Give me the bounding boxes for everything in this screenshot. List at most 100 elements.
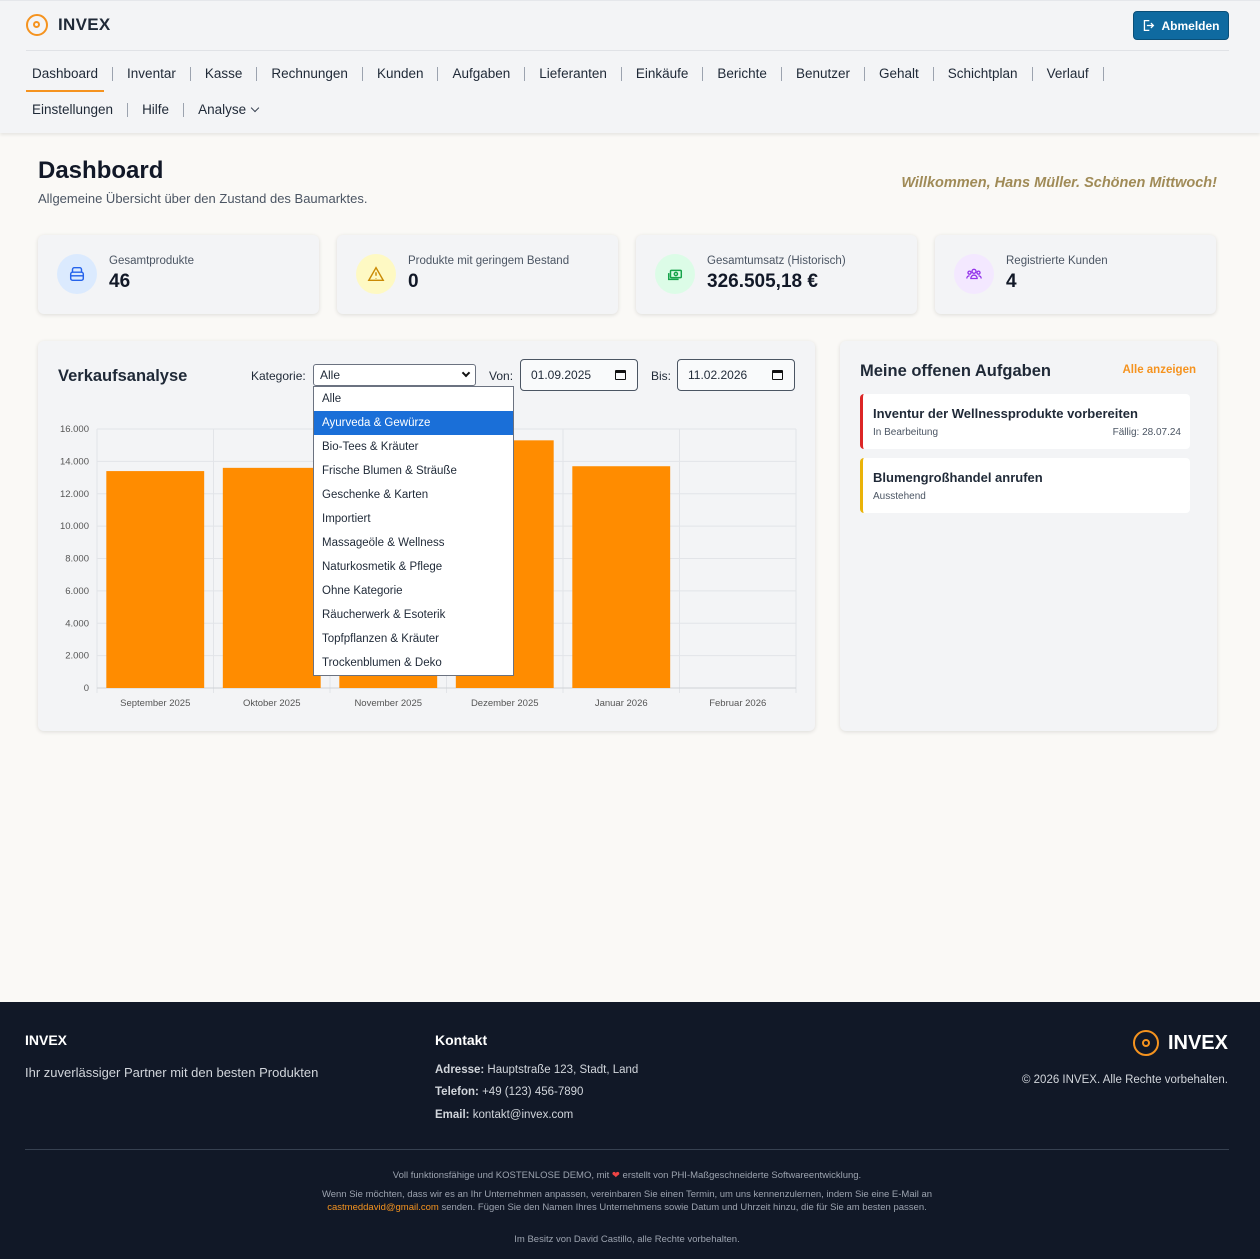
page-subtitle: Allgemeine Übersicht über den Zustand de… xyxy=(38,191,368,206)
footer-logo: INVEX xyxy=(1132,1030,1228,1056)
x-tick-label: November 2025 xyxy=(354,698,422,709)
email-value[interactable]: kontakt@invex.com xyxy=(473,1109,574,1121)
footer-owner: Im Besitz von David Castillo, alle Recht… xyxy=(514,1234,740,1245)
y-tick-label: 8.000 xyxy=(65,554,89,565)
phone-label: Telefon: xyxy=(435,1086,479,1098)
brand[interactable]: INVEX xyxy=(26,14,111,36)
x-tick-label: Februar 2026 xyxy=(709,698,766,709)
nav-benutzer-label[interactable]: Benutzer xyxy=(790,56,856,92)
x-tick-label: Oktober 2025 xyxy=(243,698,301,709)
contact-email-link[interactable]: castmeddavid@gmail.com xyxy=(327,1202,439,1213)
category-option[interactable]: Frische Blumen & Sträuße xyxy=(314,459,513,483)
category-option[interactable]: Naturkosmetik & Pflege xyxy=(314,555,513,579)
nav-verlauf: Verlauf xyxy=(1041,56,1112,92)
footer-logo-name: INVEX xyxy=(1167,1031,1228,1054)
category-option[interactable]: Trockenblumen & Deko xyxy=(314,651,513,675)
category-dropdown-list: Alle Ayurveda & Gewürze Bio-Tees & Kräuter… xyxy=(313,386,514,676)
nav-benutzer: Benutzer xyxy=(790,56,873,92)
users-icon xyxy=(954,254,994,294)
warning-icon xyxy=(356,254,396,294)
category-option[interactable]: Importiert xyxy=(314,507,513,531)
stat-label: Produkte mit geringem Bestand xyxy=(408,255,570,267)
nav-berichte: Berichte xyxy=(711,56,790,92)
stat-value: 0 xyxy=(408,271,419,292)
task-title: Blumengroßhandel anrufen xyxy=(873,470,1043,485)
task-title: Inventur der Wellnessprodukte vorbereite… xyxy=(873,406,1138,421)
nav-analyse-label[interactable]: Analyse xyxy=(192,92,264,128)
category-option[interactable]: Ayurveda & Gewürze xyxy=(314,411,513,435)
page-title: Dashboard xyxy=(38,157,164,184)
to-date-input[interactable]: 11.02.2026 xyxy=(677,359,795,391)
nav-inventar-label[interactable]: Inventar xyxy=(121,56,182,92)
nav-gehalt-label[interactable]: Gehalt xyxy=(873,56,925,92)
category-option[interactable]: Bio-Tees & Kräuter xyxy=(314,435,513,459)
to-label: Bis: xyxy=(651,369,672,383)
nav-einstellungen-label[interactable]: Einstellungen xyxy=(26,92,119,128)
y-tick-label: 16.000 xyxy=(60,424,89,435)
nav-kunden-label[interactable]: Kunden xyxy=(371,56,430,92)
y-tick-label: 2.000 xyxy=(65,651,89,662)
footer-contact-title: Kontakt xyxy=(435,1032,488,1048)
nav-einstellungen: Einstellungen xyxy=(26,92,136,128)
bar xyxy=(572,466,671,688)
stat-card-products: Gesamtprodukte 46 xyxy=(38,235,319,314)
footer-copyright: © 2026 INVEX. Alle Rechte vorbehalten. xyxy=(1021,1074,1228,1086)
footer-email: Email: kontakt@invex.com xyxy=(435,1109,573,1121)
category-select[interactable]: Alle xyxy=(313,364,476,386)
calendar-icon[interactable] xyxy=(772,370,783,380)
box-icon xyxy=(57,254,97,294)
task-card[interactable]: Blumengroßhandel anrufen Ausstehend xyxy=(860,458,1190,513)
nav-rechnungen-label[interactable]: Rechnungen xyxy=(265,56,354,92)
footer-brand: INVEX xyxy=(25,1032,68,1048)
nav-aufgaben: Aufgaben xyxy=(446,56,533,92)
bar xyxy=(222,467,321,688)
category-option[interactable]: Massageöle & Wellness xyxy=(314,531,513,555)
stat-card-low-stock: Produkte mit geringem Bestand 0 xyxy=(337,235,618,314)
nav-kasse-label[interactable]: Kasse xyxy=(199,56,249,92)
top-header: INVEX Abmelden Dashboard Inventar Kasse … xyxy=(0,0,1260,133)
y-tick-label: 4.000 xyxy=(65,618,89,629)
task-due-date: Fällig: 28.07.24 xyxy=(1112,427,1181,438)
nav-aufgaben-label[interactable]: Aufgaben xyxy=(446,56,516,92)
y-tick-label: 0 xyxy=(84,683,89,694)
logout-button[interactable]: Abmelden xyxy=(1133,11,1229,40)
nav-berichte-label[interactable]: Berichte xyxy=(711,56,773,92)
footer-contact-note: Wenn Sie möchten, dass wir es an Ihr Unt… xyxy=(300,1189,954,1214)
contact-text-b: senden. Fügen Sie den Namen Ihres Untern… xyxy=(441,1201,927,1213)
cash-icon xyxy=(655,254,695,294)
show-all-tasks-link[interactable]: Alle anzeigen xyxy=(1123,364,1197,376)
nav-verlauf-label[interactable]: Verlauf xyxy=(1041,56,1095,92)
logout-icon xyxy=(1144,19,1155,32)
category-option[interactable]: Ohne Kategorie xyxy=(314,579,513,603)
nav-dashboard-label[interactable]: Dashboard xyxy=(26,56,105,92)
from-date-input[interactable]: 01.09.2025 xyxy=(520,359,638,391)
nav-analyse: Analyse xyxy=(192,92,264,128)
nav-schichtplan-label[interactable]: Schichtplan xyxy=(942,56,1024,92)
stat-value: 46 xyxy=(109,271,131,292)
calendar-icon[interactable] xyxy=(615,370,626,380)
footer-address: Adresse: Hauptstraße 123, Stadt, Land xyxy=(435,1064,638,1076)
tasks-title: Meine offenen Aufgaben xyxy=(860,362,1051,380)
nav-einkaeufe: Einkäufe xyxy=(630,56,712,92)
category-option[interactable]: Topfpflanzen & Kräuter xyxy=(314,627,513,651)
category-option[interactable]: Geschenke & Karten xyxy=(314,483,513,507)
x-tick-label: Dezember 2025 xyxy=(471,698,539,709)
category-option[interactable]: Räucherwerk & Esoterik xyxy=(314,603,513,627)
demo-text-a: Voll funktionsfähige und KOSTENLOSE DEMO… xyxy=(392,1170,610,1181)
nav-hilfe: Hilfe xyxy=(136,92,192,128)
category-option[interactable]: Alle xyxy=(314,387,513,411)
nav-lieferanten-label[interactable]: Lieferanten xyxy=(533,56,613,92)
nav-kasse: Kasse xyxy=(199,56,266,92)
stat-label: Gesamtumsatz (Historisch) xyxy=(707,255,846,267)
footer-divider xyxy=(25,1149,1229,1150)
x-tick-label: September 2025 xyxy=(120,698,190,709)
main-nav: Dashboard Inventar Kasse Rechnungen Kund… xyxy=(26,56,1146,128)
y-tick-label: 10.000 xyxy=(60,521,89,532)
sales-title: Verkaufsanalyse xyxy=(58,367,188,385)
nav-hilfe-label[interactable]: Hilfe xyxy=(136,92,175,128)
open-tasks-panel: Meine offenen Aufgaben Alle anzeigen Inv… xyxy=(840,341,1217,731)
nav-einkaeufe-label[interactable]: Einkäufe xyxy=(630,56,695,92)
task-card[interactable]: Inventur der Wellnessprodukte vorbereite… xyxy=(860,394,1190,449)
y-tick-label: 12.000 xyxy=(60,489,89,500)
header-divider xyxy=(26,50,1229,51)
